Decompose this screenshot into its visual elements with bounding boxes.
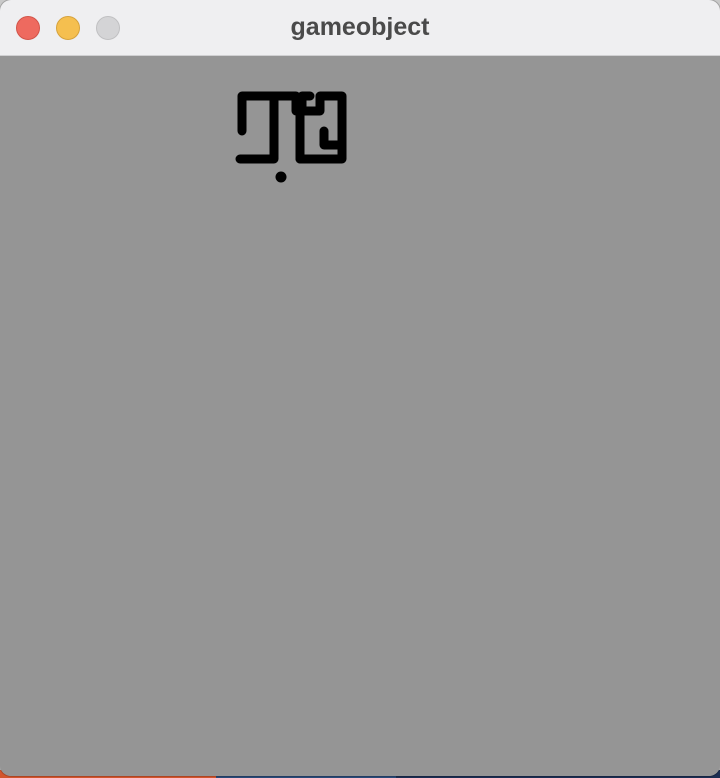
app-window: gameobject: [0, 0, 720, 776]
ball: [275, 171, 287, 183]
title-bar[interactable]: gameobject: [0, 0, 720, 56]
game-canvas[interactable]: [0, 57, 720, 776]
window-title: gameobject: [290, 13, 430, 41]
maze-sprite: [235, 91, 347, 164]
game-scene: [235, 91, 347, 183]
